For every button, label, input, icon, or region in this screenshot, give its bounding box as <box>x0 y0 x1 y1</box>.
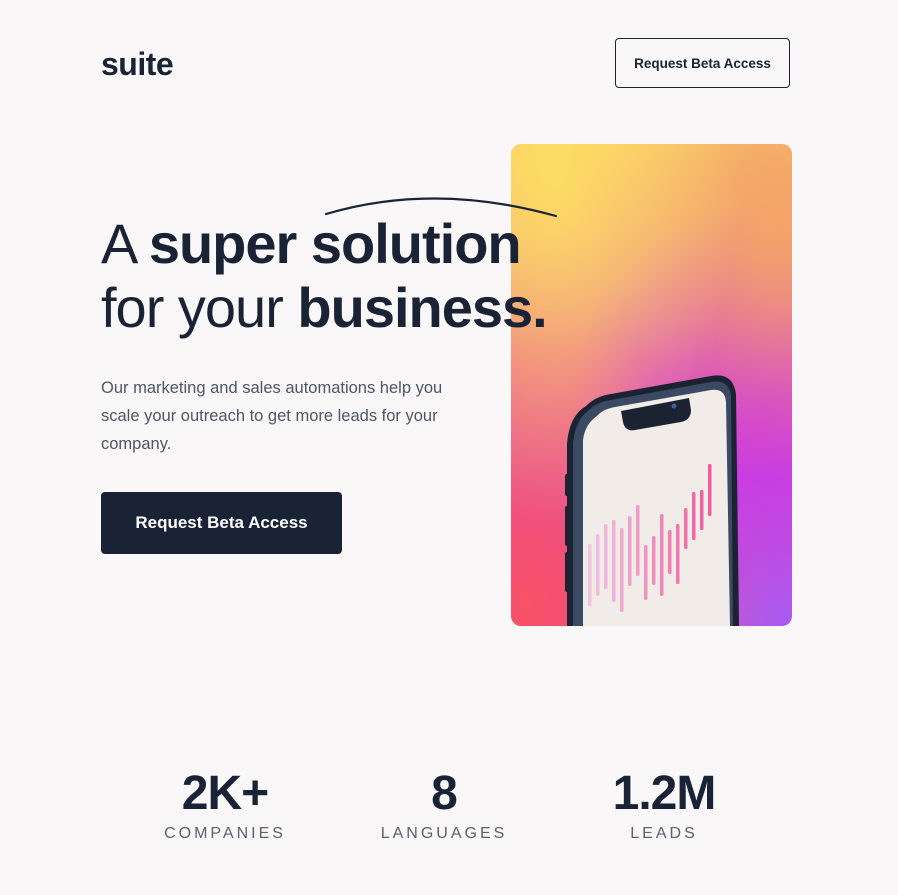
chart-bar <box>596 534 600 596</box>
chart-bar <box>588 544 592 606</box>
chart-bar <box>612 520 616 602</box>
swoosh-underline-icon <box>324 197 558 218</box>
chart-bar <box>692 492 696 540</box>
headline-business: business. <box>297 276 547 339</box>
stat-languages: 8 LANGUAGES <box>354 768 534 843</box>
chart-bar <box>708 464 712 516</box>
headline-for-your: for your <box>101 276 298 339</box>
chart-bar <box>636 505 640 576</box>
logo[interactable]: suite <box>101 46 174 83</box>
hero-headline: A super solution for your business. <box>101 212 548 340</box>
chart-bar <box>668 530 672 574</box>
chart-bar <box>628 516 632 586</box>
chart-bar <box>644 545 648 600</box>
stat-label: LANGUAGES <box>380 825 508 842</box>
stat-value: 8 <box>431 767 458 820</box>
stat-value: 1.2M <box>612 767 717 820</box>
stat-companies: 2K+ COMPANIES <box>135 768 315 843</box>
stat-leads: 1.2M LEADS <box>574 768 754 843</box>
chart-bar <box>684 508 688 549</box>
headline-a: A <box>101 212 149 275</box>
nav-request-beta-button[interactable]: Request Beta Access <box>615 38 790 88</box>
stat-label: LEADS <box>630 825 698 842</box>
chart-bar <box>700 490 704 530</box>
hero-request-beta-button[interactable]: Request Beta Access <box>101 492 342 554</box>
chart-bar <box>604 524 608 589</box>
chart-bar <box>660 514 664 596</box>
headline-super: super <box>148 212 311 275</box>
stat-value: 2K+ <box>181 767 269 820</box>
chart-bar <box>620 528 624 612</box>
stat-label: COMPANIES <box>164 825 286 842</box>
hero-description: Our marketing and sales automations help… <box>101 379 443 453</box>
chart-bar <box>652 536 656 585</box>
chart-bar <box>676 524 680 584</box>
